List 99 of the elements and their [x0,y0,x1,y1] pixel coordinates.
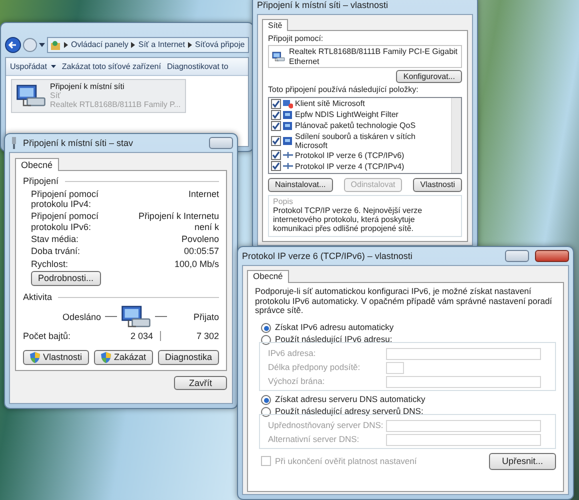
chevron-icon [131,42,136,48]
network-service-icon [283,121,293,132]
input-field[interactable] [386,376,541,388]
control-panel-icon [50,40,61,50]
configure-button[interactable]: Konfigurovat... [396,70,462,84]
group-label: Připojení [23,176,59,187]
field-value: 00:05:57 [182,246,219,257]
sent-label: Odesláno [62,312,101,322]
radio-button[interactable] [261,407,271,418]
network-adapter-icon [121,304,151,330]
checkbox[interactable] [271,150,281,160]
bytes-label: Počet bajtů: [23,331,72,342]
field-value: 100,0 Mb/s [173,258,219,270]
breadcrumb-link[interactable]: Ovládací panely [71,40,128,50]
field-value: Připojení k Internetu není k [137,211,219,232]
items-label: Toto připojení používá následující položky: [268,85,420,95]
received-label: Přijato [192,312,219,322]
connection-name: Připojení k místní síti [50,82,126,92]
dialog-button[interactable]: Vlastnosti [23,350,90,365]
group-label: Aktivita [23,292,52,302]
dialog-button[interactable]: Nainstalovat... [268,178,333,192]
field-label: Upřednostňovaný server DNS: [268,421,384,431]
checkbox[interactable] [271,121,281,132]
field-label: Doba trvání: [31,246,82,257]
field-label: Rychlost: [31,258,70,270]
chevron-icon [64,42,68,48]
input-field[interactable] [386,420,541,432]
connect-using-label: Připojit pomocí: [268,34,324,44]
input-field[interactable] [386,362,404,374]
connection-item[interactable]: Připojení k místní síti Síť Realtek RTL8168B/8111B Family P... [11,79,186,113]
checkbox[interactable] [271,99,281,110]
shield-icon [30,352,40,363]
radio-button[interactable] [261,395,271,406]
breadcrumb-link[interactable]: Síť a Internet [138,40,185,50]
toolbar-button[interactable]: Zakázat toto síťové zařízení [62,62,161,72]
network-service-icon [283,136,293,146]
tab[interactable]: Sítě [262,19,288,32]
network-service-icon [283,110,293,120]
group-label: Popis [273,196,294,206]
toolbar-button[interactable]: Diagnostikovat to [166,62,228,72]
dialog-button[interactable]: Diagnostika [158,350,219,365]
checkbox[interactable] [271,136,281,146]
field-label: Připojení pomocí protokolu IPv4: [31,188,100,210]
breadcrumb-link[interactable]: Síťová připoje [194,40,245,50]
checkbox[interactable] [271,110,281,120]
list-item[interactable]: Sdílení souborů a tiskáren v sítích Microsoft [271,132,450,150]
radio-label: Použít následující adresy serverů DNS: [275,407,424,417]
input-field[interactable] [386,348,541,360]
close-dialog-button[interactable]: Zavřít [174,376,227,390]
network-adapter-icon [16,83,46,108]
network-service-icon [283,99,293,110]
field-label: Připojení pomocí protokolu IPv6: [31,211,100,232]
network-protocol-icon [283,150,293,160]
description-text: Protokol TCP/IP verze 6. Nejnovější verze internetového protokolu, která poskytuje komunikaci přes odlišné propojené sítě. [273,206,424,234]
field-label: Alternativní server DNS: [268,435,360,445]
bytes-received-value: 7 302 [195,331,219,342]
adapter-name: Realtek RTL8168B/8111B Family P... [50,100,181,110]
toolbar-button[interactable]: Uspořádat [10,62,56,72]
field-label: Délka předpony podsítě: [268,363,362,373]
scrollbar[interactable] [451,98,461,173]
caret-icon [39,43,45,47]
window-title: Protokol IP verze 6 (TCP/IPv6) – vlastnosti [242,250,412,262]
dialog-button[interactable]: Zakázat [94,350,153,365]
tab[interactable]: Obecné [247,270,289,283]
radio-label: Získat IPv6 adresu automaticky [275,323,394,333]
adapter-field: Realtek RTL8168B/8111B Family PCI-E Gigabit Ethernet [268,45,462,68]
network-name: Síť [50,91,62,100]
input-field[interactable] [386,434,541,446]
field-label: Výchozí brána: [268,377,326,387]
address-bar[interactable]: Ovládací panely Síť a Internet Síťová připoje [47,37,249,53]
shield-icon [100,352,111,363]
window-title: Připojení k místní síti – stav [23,138,134,148]
dialog-button[interactable]: Vlastnosti [413,178,462,192]
window-title: Připojení k místní síti – vlastnosti [257,0,388,10]
radio-button[interactable] [261,335,271,346]
checkbox-label: Při ukončení ověřit platnost nastavení [275,456,417,466]
caret-icon [50,65,56,68]
field-value: Povoleno [180,234,219,244]
list-item[interactable]: Protokol IP verze 6 (TCP/IPv6) [271,150,450,161]
checkbox[interactable] [271,161,281,172]
radio-label: Použít následující IPv6 adresu: [275,335,392,345]
list-item[interactable]: Plánovač paketů technologie QoS [271,120,450,132]
radio-button[interactable] [261,323,271,334]
bytes-sent-value: 2 034 [129,331,153,342]
field-label: IPv6 adresa: [268,349,317,359]
field-label: Stav média: [31,234,80,244]
list-item[interactable]: Protokol IP verze 4 (TCP/IPv4) [271,160,450,172]
intro-text: Podporuje-li síť automatickou konfiguraci IPv6, je možné získat nastavení protokolu IPv6 automaticky. V opačném případě vám správné nastavení poradí správce sítě. [255,286,554,316]
plug-icon [9,137,19,149]
list-item[interactable]: Klient sítě Microsoft [271,98,450,110]
network-adapter-icon [272,51,285,62]
list-item[interactable]: Epfw NDIS LightWeight Filter [271,110,450,121]
radio-label: Získat adresu serveru DNS automaticky [275,395,426,405]
advanced-button[interactable]: Upřesnit... [488,453,556,470]
chevron-icon [188,42,192,48]
tab[interactable]: Obecné [15,158,59,172]
field-value: Internet [187,188,219,201]
network-protocol-icon [283,161,293,172]
details-button[interactable]: Podrobnosti... [31,271,101,286]
